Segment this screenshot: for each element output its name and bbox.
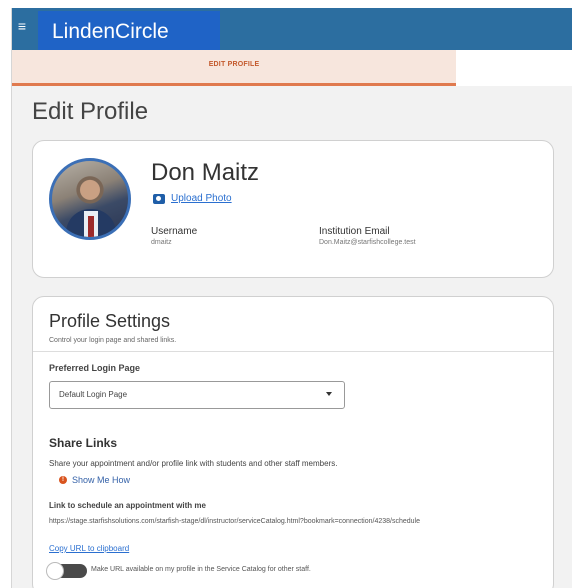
profile-card: Don Maitz Upload Photo Username dmaitz I… <box>32 140 554 278</box>
share-links-title: Share Links <box>49 436 118 450</box>
divider <box>33 351 553 352</box>
upload-photo-link[interactable]: Upload Photo <box>171 193 232 204</box>
tab-bar: EDIT PROFILE <box>12 50 572 86</box>
username-value: dmaitz <box>151 239 172 246</box>
schedule-link-label: Link to schedule an appointment with me <box>49 501 206 510</box>
show-me-how-link[interactable]: ! Show Me How <box>59 475 130 485</box>
show-me-how-label[interactable]: Show Me How <box>72 475 130 485</box>
profile-settings-title: Profile Settings <box>49 311 171 331</box>
preferred-login-select[interactable]: Default Login Page <box>49 381 345 409</box>
make-url-available-toggle[interactable] <box>46 562 87 580</box>
institution-email-value: Don.Maitz@starfishcollege.test <box>319 239 416 246</box>
username-label: Username <box>151 226 198 237</box>
toggle-knob <box>46 562 64 580</box>
app-window: ≡ LindenCircle EDIT PROFILE Edit Profile… <box>11 8 572 588</box>
profile-settings-subtitle: Control your login page and shared links… <box>49 337 177 344</box>
tab-edit-profile-label: EDIT PROFILE <box>208 61 260 68</box>
profile-settings-card: Profile Settings Control your login page… <box>32 296 554 588</box>
upload-photo-button[interactable]: Upload Photo <box>153 193 232 204</box>
copy-url-button[interactable]: Copy URL to clipboard <box>49 544 129 553</box>
institution-email-label: Institution Email <box>319 226 390 237</box>
preferred-login-label: Preferred Login Page <box>49 363 141 373</box>
tab-edit-profile[interactable]: EDIT PROFILE <box>12 50 456 86</box>
profile-name: Don Maitz <box>151 159 260 186</box>
brand-logo: LindenCircle <box>38 11 220 52</box>
avatar <box>49 158 131 240</box>
page-title: Edit Profile <box>32 98 149 125</box>
top-navigation-bar: ≡ LindenCircle <box>12 8 572 52</box>
share-links-description: Share your appointment and/or profile li… <box>49 459 338 468</box>
schedule-link-url: https://stage.starfishsolutions.com/star… <box>49 518 420 525</box>
preferred-login-value: Default Login Page <box>59 390 128 399</box>
camera-icon <box>153 193 165 204</box>
info-icon: ! <box>59 476 67 484</box>
chevron-down-icon <box>326 392 332 396</box>
make-url-available-label: Make URL available on my profile in the … <box>91 566 311 573</box>
avatar-tie <box>88 216 94 237</box>
hamburger-menu-icon[interactable]: ≡ <box>12 15 32 37</box>
